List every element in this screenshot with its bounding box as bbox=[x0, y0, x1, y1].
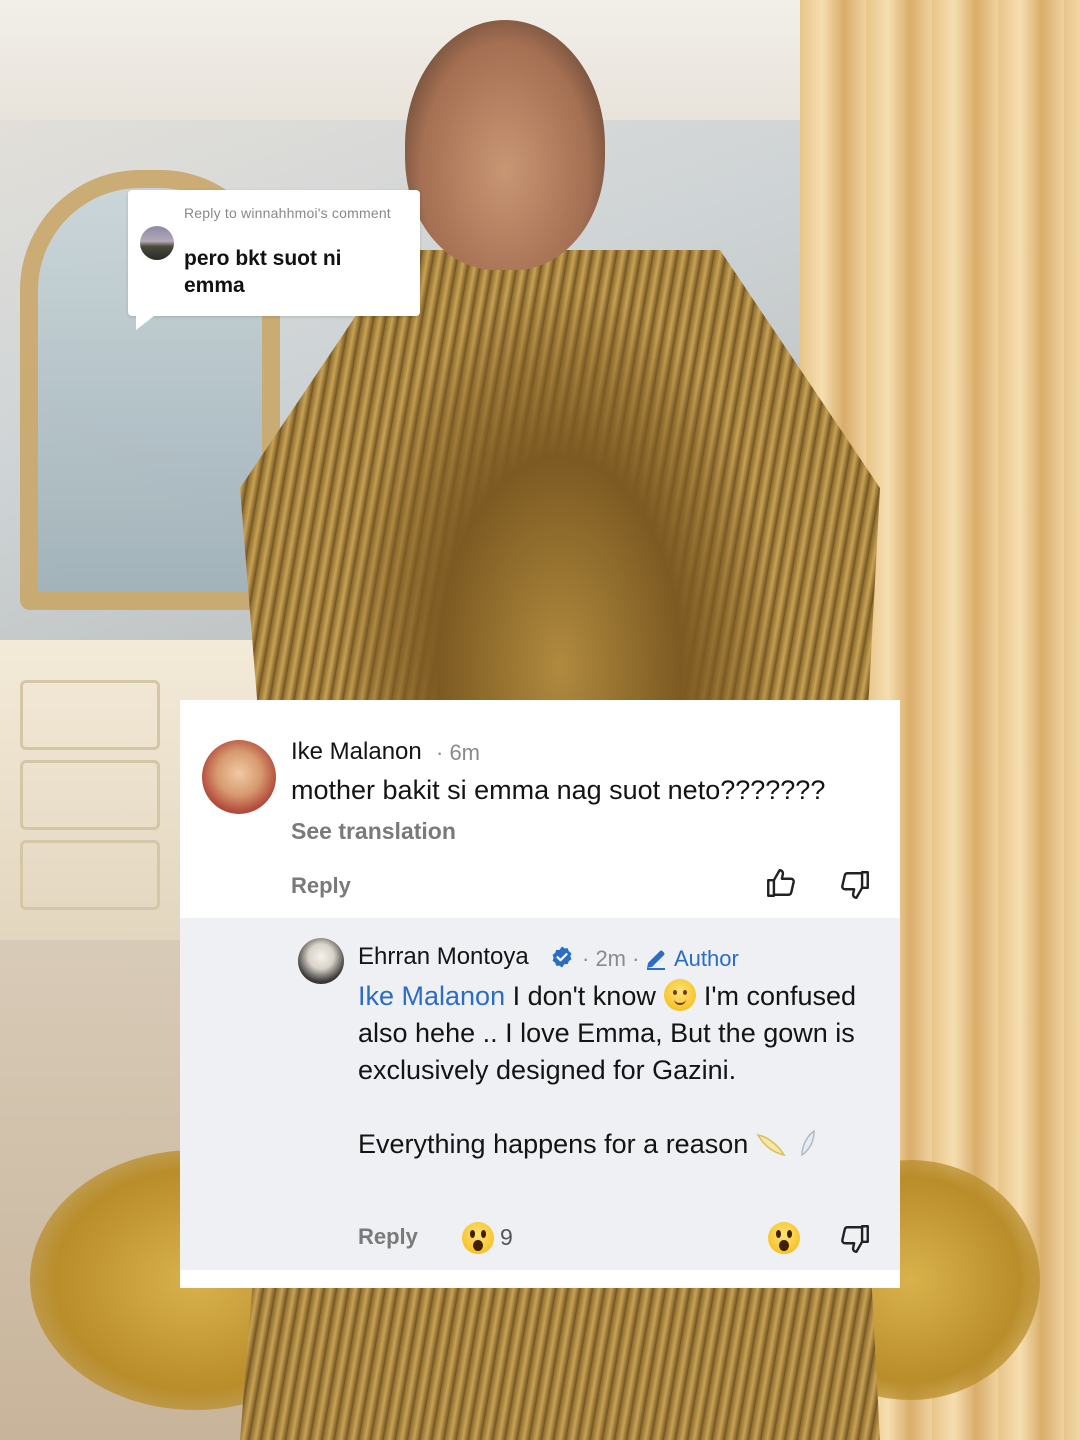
model-head bbox=[405, 20, 605, 270]
verified-badge-icon bbox=[550, 945, 574, 969]
comment-author[interactable]: Ike Malanon bbox=[291, 738, 422, 766]
sticker-reply-meta: Reply to winnahhmoi's comment bbox=[184, 205, 391, 221]
dresser-drawer bbox=[20, 840, 160, 910]
reply-time: · 2m · bbox=[582, 946, 640, 971]
comment-thread-card: Ike Malanon · 6m mother bakit si emma na… bbox=[180, 700, 900, 1288]
slightly-smiling-face-icon bbox=[663, 979, 696, 1011]
surprised-face-icon[interactable] bbox=[768, 1222, 800, 1254]
reply-text-paragraph: Everything happens for a reason bbox=[358, 1126, 878, 1163]
avatar[interactable] bbox=[298, 938, 344, 984]
comment-item: Ike Malanon · 6m mother bakit si emma na… bbox=[180, 700, 900, 918]
surprised-face-icon[interactable] bbox=[462, 1222, 494, 1254]
reply-to-comment-sticker[interactable]: Reply to winnahhmoi's comment pero bkt s… bbox=[128, 190, 420, 330]
sticker-comment-text: pero bkt suot ni emma bbox=[184, 247, 342, 297]
dresser-drawer bbox=[20, 680, 160, 750]
reply-text-part: I don't know bbox=[505, 981, 656, 1011]
comment-text: mother bakit si emma nag suot neto??????… bbox=[291, 775, 826, 805]
thumbs-up-icon[interactable] bbox=[764, 866, 798, 900]
reaction-count: 9 bbox=[500, 1224, 513, 1250]
thumbs-down-icon[interactable] bbox=[838, 868, 872, 902]
reply-text: Ike Malanon I don't know I'm confused als… bbox=[358, 978, 878, 1163]
angel-wing-icon bbox=[756, 1129, 816, 1159]
reply-button[interactable]: Reply bbox=[291, 873, 351, 899]
pencil-icon bbox=[644, 947, 668, 971]
see-translation-link[interactable]: See translation bbox=[291, 818, 456, 845]
avatar[interactable] bbox=[202, 740, 276, 814]
dresser-drawer bbox=[20, 760, 160, 830]
reply-button[interactable]: Reply bbox=[358, 1224, 418, 1250]
reply-author[interactable]: Ehrran Montoya bbox=[358, 943, 529, 971]
reply-text-part: Everything happens for a reason bbox=[358, 1129, 749, 1159]
comment-time: · 6m bbox=[436, 740, 480, 765]
reply-item: Ehrran Montoya · 2m · Author Ike Malanon… bbox=[180, 918, 900, 1270]
thumbs-down-icon[interactable] bbox=[838, 1222, 872, 1256]
mention-link[interactable]: Ike Malanon bbox=[358, 981, 505, 1011]
commenter-avatar bbox=[140, 226, 174, 260]
author-badge: Author bbox=[674, 946, 739, 971]
